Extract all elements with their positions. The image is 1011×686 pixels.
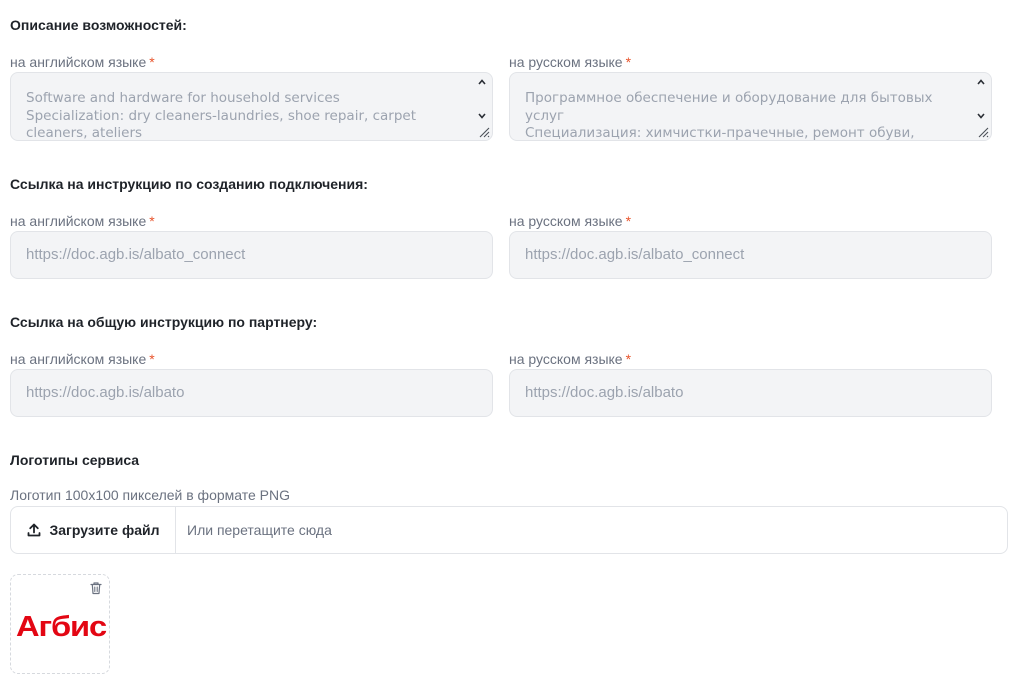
partner-link-section-title: Ссылка на общую инструкцию по партнеру: <box>10 314 318 330</box>
upload-file-button[interactable]: Загрузите файл <box>11 507 176 553</box>
connect-link-en-input[interactable]: https://doc.agb.is/albato_connect <box>10 231 493 279</box>
chevron-down-icon[interactable] <box>976 111 986 121</box>
partner-link-ru-label: на русском языке * <box>509 350 631 368</box>
logo-preview-card: Агбис <box>10 574 110 674</box>
logo-upload-dropzone[interactable]: Загрузите файл Или перетащите сюда <box>10 506 1008 554</box>
connect-link-en-value: https://doc.agb.is/albato_connect <box>26 246 246 263</box>
description-ru-value: Программное обеспечение и оборудование д… <box>525 90 933 141</box>
partner-link-ru-label-text: на русском языке <box>509 351 623 367</box>
chevron-up-icon[interactable] <box>477 77 487 87</box>
partner-link-en-input[interactable]: https://doc.agb.is/albato <box>10 369 493 417</box>
connect-link-ru-label: на русском языке * <box>509 212 631 230</box>
drop-zone-text: Или перетащите сюда <box>187 522 332 538</box>
required-mark: * <box>625 54 632 70</box>
description-en-label-text: на английском языке <box>10 54 147 70</box>
required-mark: * <box>149 351 155 367</box>
description-en-label: на английском языке * <box>10 53 155 71</box>
required-mark: * <box>625 351 632 367</box>
trash-icon[interactable] <box>89 581 103 595</box>
description-ru-label: на русском языке * <box>509 53 631 71</box>
required-mark: * <box>149 213 155 229</box>
resize-grip-icon[interactable] <box>977 126 989 138</box>
upload-file-button-label: Загрузите файл <box>49 522 160 538</box>
agbis-logo: Агбис <box>16 611 107 641</box>
connect-link-en-label: на английском языке * <box>10 212 155 230</box>
logos-section-title: Логотипы сервиса <box>10 452 140 468</box>
connect-link-ru-value: https://doc.agb.is/albato_connect <box>525 246 745 263</box>
description-ru-label-text: на русском языке <box>509 54 623 70</box>
partner-link-ru-input[interactable]: https://doc.agb.is/albato <box>509 369 992 417</box>
chevron-down-icon[interactable] <box>477 111 487 121</box>
connect-link-ru-label-text: на русском языке <box>509 213 623 229</box>
required-mark: * <box>149 54 155 70</box>
partner-link-en-label: на английском языке * <box>10 350 155 368</box>
connect-link-ru-input[interactable]: https://doc.agb.is/albato_connect <box>509 231 992 279</box>
partner-link-en-value: https://doc.agb.is/albato <box>26 384 185 401</box>
description-en-textarea[interactable]: Software and hardware for household serv… <box>10 72 493 141</box>
connect-link-section-title: Ссылка на инструкцию по созданию подключ… <box>10 176 368 192</box>
partner-link-ru-value: https://doc.agb.is/albato <box>525 384 684 401</box>
description-section-title: Описание возможностей: <box>10 17 187 33</box>
partner-link-en-label-text: на английском языке <box>10 351 147 367</box>
upload-icon <box>27 523 40 537</box>
description-ru-textarea[interactable]: Программное обеспечение и оборудование д… <box>509 72 992 141</box>
logo-requirements-hint: Логотип 100x100 пикселей в формате PNG <box>10 487 291 503</box>
description-en-value: Software and hardware for household serv… <box>26 90 416 141</box>
resize-grip-icon[interactable] <box>478 126 490 138</box>
chevron-up-icon[interactable] <box>976 77 986 87</box>
agbis-logo-text: Агбис <box>16 611 107 641</box>
connect-link-en-label-text: на английском языке <box>10 213 147 229</box>
required-mark: * <box>625 213 632 229</box>
